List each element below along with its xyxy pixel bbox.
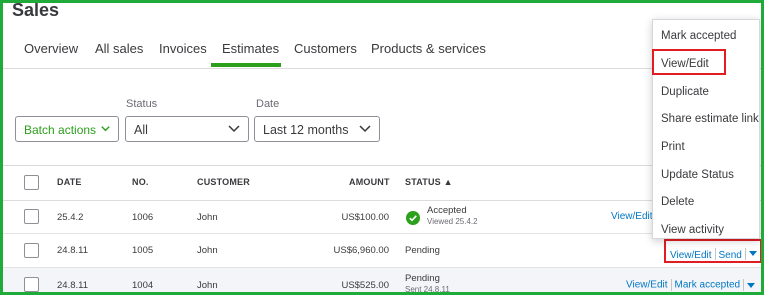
view-edit-link[interactable]: View/Edit: [611, 211, 653, 222]
row-status: Pending Sent 24.8.11: [405, 273, 450, 294]
status-text: Accepted: [427, 205, 467, 216]
menu-item-view-activity[interactable]: View activity: [661, 224, 724, 236]
row-status: Pending: [405, 245, 440, 256]
date-filter-value: Last 12 months: [263, 123, 349, 137]
menu-item-share-estimate-link[interactable]: Share estimate link: [661, 113, 759, 125]
caret-down-icon[interactable]: [748, 251, 757, 257]
row-status: Accepted Viewed 25.4.2: [427, 205, 478, 227]
column-header-date[interactable]: DATE: [57, 177, 82, 187]
batch-actions-button[interactable]: Batch actions: [15, 116, 119, 142]
row-amount: US$525.00: [341, 280, 389, 291]
row-actions: View/Edit Mark accepted: [626, 279, 756, 291]
tab-products-services[interactable]: Products & services: [371, 41, 486, 56]
tab-bar: Overview All sales Invoices Estimates Cu…: [3, 33, 761, 69]
row-number: 1006: [132, 212, 154, 223]
row-customer: John: [197, 212, 218, 223]
date-filter-label: Date: [256, 98, 280, 110]
column-header-status[interactable]: STATUS ▲: [405, 177, 453, 187]
divider: [743, 279, 745, 291]
row-customer: John: [197, 245, 218, 256]
status-text: Pending: [405, 273, 440, 284]
row-actions-highlight: View/Edit Send: [664, 239, 761, 263]
row-checkbox[interactable]: [24, 209, 39, 224]
row-checkbox[interactable]: [24, 277, 39, 292]
screenshot-frame: Sales Overview All sales Invoices Estima…: [0, 0, 764, 295]
table-header: DATE NO. CUSTOMER AMOUNT STATUS ▲: [3, 165, 761, 201]
tab-customers[interactable]: Customers: [294, 41, 357, 56]
view-edit-link[interactable]: View/Edit: [670, 250, 712, 261]
send-link[interactable]: Send: [719, 250, 742, 261]
menu-item-update-status[interactable]: Update Status: [661, 169, 734, 181]
status-filter-select[interactable]: All: [125, 116, 249, 142]
caret-down-icon[interactable]: [747, 282, 756, 288]
view-edit-link[interactable]: View/Edit: [626, 280, 668, 291]
status-subtext: Viewed 25.4.2: [427, 217, 478, 226]
select-all-checkbox[interactable]: [24, 175, 39, 190]
tab-invoices[interactable]: Invoices: [159, 41, 207, 56]
row-amount: US$100.00: [341, 212, 389, 223]
column-header-amount[interactable]: AMOUNT: [349, 177, 390, 187]
row-amount: US$6,960.00: [333, 245, 389, 256]
menu-item-delete[interactable]: Delete: [661, 196, 694, 208]
status-filter-label: Status: [126, 98, 158, 110]
batch-actions-label: Batch actions: [24, 123, 97, 137]
menu-item-print[interactable]: Print: [661, 141, 685, 153]
row-date: 24.8.11: [57, 280, 88, 291]
status-subtext: Sent 24.8.11: [405, 285, 450, 294]
table-row: 24.8.11 1005 John US$6,960.00 Pending: [3, 234, 761, 268]
row-date: 24.8.11: [57, 245, 88, 256]
column-header-customer[interactable]: CUSTOMER: [197, 177, 250, 187]
tab-estimates[interactable]: Estimates: [222, 41, 279, 56]
row-customer: John: [197, 280, 218, 291]
date-filter-select[interactable]: Last 12 months: [254, 116, 380, 142]
tab-overview[interactable]: Overview: [24, 41, 78, 56]
chevron-down-icon: [228, 125, 240, 133]
divider: [744, 247, 746, 260]
menu-item-mark-accepted[interactable]: Mark accepted: [661, 30, 736, 42]
column-header-no[interactable]: NO.: [132, 177, 149, 187]
row-checkbox[interactable]: [24, 243, 39, 258]
row-number: 1005: [132, 245, 154, 256]
row-date: 25.4.2: [57, 212, 84, 223]
table-row: 25.4.2 1006 John US$100.00 Accepted View…: [3, 201, 761, 234]
chevron-down-icon: [101, 126, 110, 132]
tab-all-sales[interactable]: All sales: [95, 41, 143, 56]
chevron-down-icon: [359, 125, 371, 133]
row-number: 1004: [132, 280, 154, 291]
menu-item-highlight: [652, 49, 726, 75]
table-row: 24.8.11 1004 John US$525.00 Pending Sent…: [3, 268, 761, 294]
check-circle-icon: [406, 211, 420, 225]
divider: [714, 247, 716, 260]
menu-item-duplicate[interactable]: Duplicate: [661, 86, 709, 98]
active-tab-indicator: [211, 63, 281, 67]
page-title: Sales: [12, 0, 60, 20]
divider: [670, 279, 672, 291]
mark-accepted-link[interactable]: Mark accepted: [675, 280, 741, 291]
status-filter-value: All: [134, 123, 148, 137]
